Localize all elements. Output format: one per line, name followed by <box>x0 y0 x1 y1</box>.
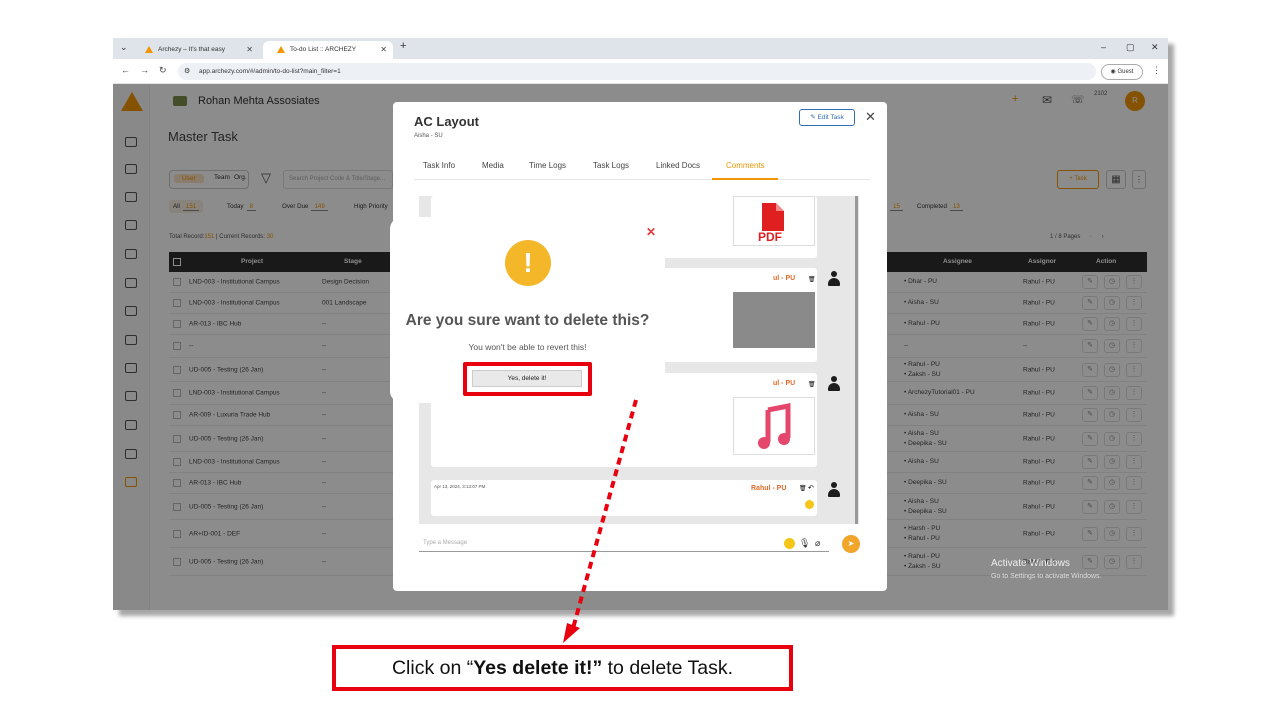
annotation-arrow <box>563 399 638 643</box>
instruction-caption: Click on “Yes delete it!” to delete Task… <box>332 645 793 691</box>
tutorial-slide: ⌄ Archezy – It's that easy ✕ To-do List … <box>0 0 1280 720</box>
